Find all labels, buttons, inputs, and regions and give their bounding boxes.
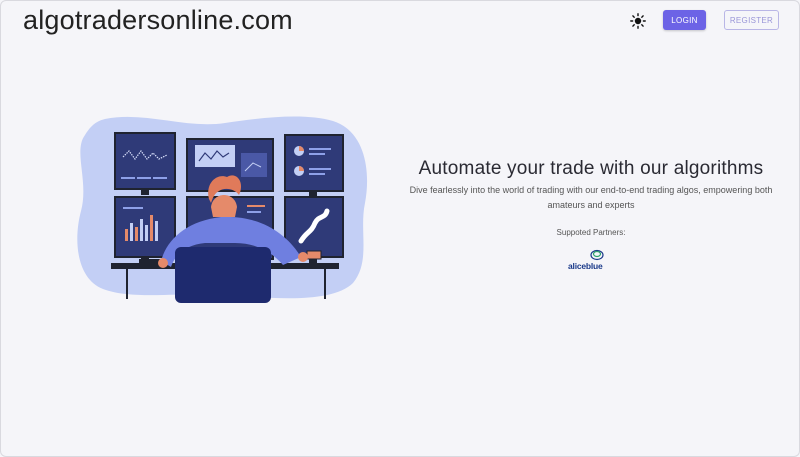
partner-logo-aliceblue[interactable]: aliceblue: [566, 247, 616, 271]
monitor-top-left: [114, 132, 176, 195]
monitor-top-right: [284, 134, 344, 197]
trader-at-monitors-illustration: [77, 116, 368, 303]
hero-subheadline: Dive fearlessly into the world of tradin…: [409, 185, 773, 210]
login-button[interactable]: LOGIN: [663, 10, 706, 30]
sun-icon[interactable]: [629, 12, 647, 30]
hero-headline: Automate your trade with our algorithms: [418, 158, 764, 179]
partners-label: Suppoted Partners:: [556, 228, 626, 237]
partner-name: aliceblue: [568, 261, 603, 271]
aliceblue-logo-icon: [590, 249, 604, 261]
site-title[interactable]: algotradersonline.com: [23, 5, 293, 36]
phone: [306, 250, 322, 260]
register-button[interactable]: REGISTER: [724, 10, 779, 30]
hero-section: Automate your trade with our algorithms …: [401, 158, 781, 276]
